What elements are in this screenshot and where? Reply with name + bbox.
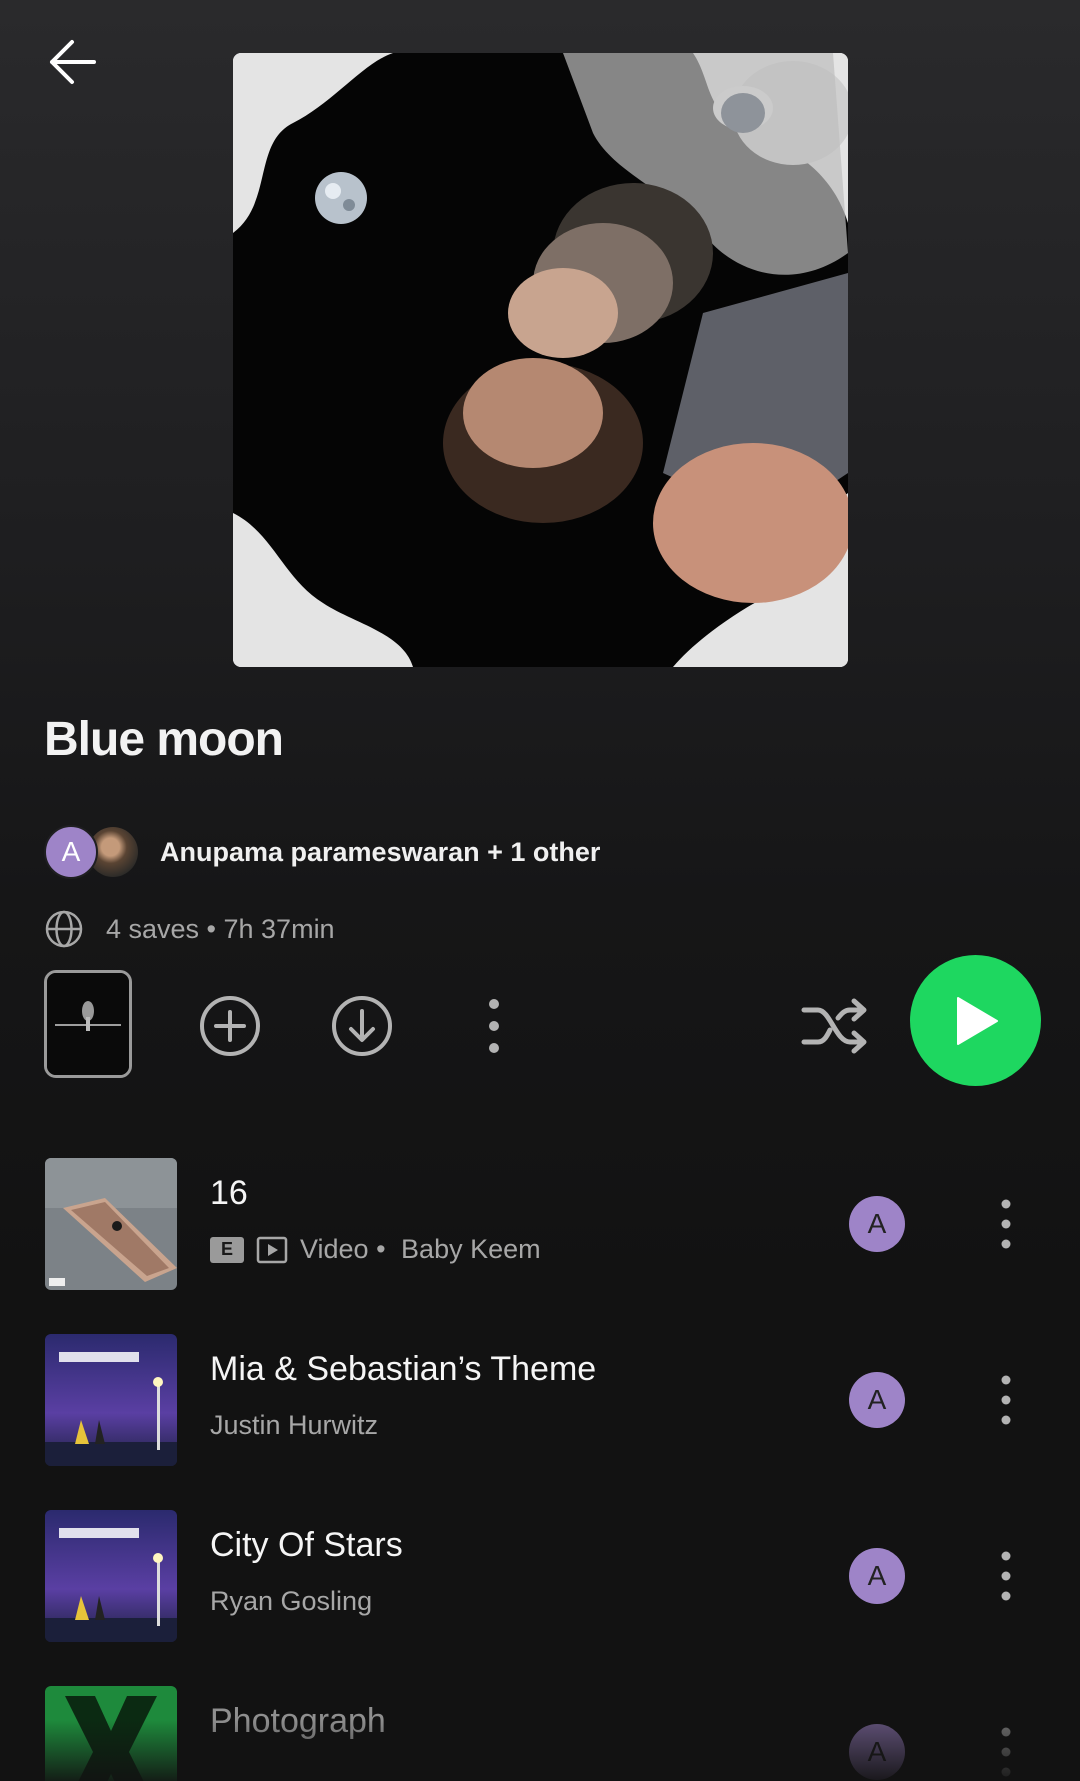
- back-button[interactable]: [40, 30, 104, 94]
- track-more-button[interactable]: [986, 1370, 1026, 1430]
- add-button[interactable]: [198, 994, 262, 1058]
- arrow-left-icon: [50, 40, 96, 84]
- track-artist: Justin Hurwitz: [210, 1410, 379, 1440]
- track-subtitle: Ryan Gosling: [210, 1586, 372, 1617]
- owners-label: Anupama parameswaran + 1 other: [160, 836, 601, 867]
- more-vertical-icon: [489, 999, 499, 1053]
- more-vertical-icon: [1001, 1199, 1011, 1249]
- track-artwork: [45, 1510, 177, 1642]
- plus-circle-icon: [200, 996, 260, 1056]
- playlist-owners[interactable]: A Anupama parameswaran + 1 other: [44, 824, 600, 880]
- more-options-button[interactable]: [474, 994, 514, 1058]
- play-icon: [956, 996, 998, 1045]
- more-vertical-icon: [1001, 1375, 1011, 1425]
- playlist-thumbnail-button[interactable]: [44, 970, 132, 1078]
- track-title: 16: [210, 1174, 248, 1212]
- play-button[interactable]: [910, 955, 1041, 1086]
- list-bottom-fade: [0, 1720, 1080, 1781]
- separator: •: [368, 1234, 394, 1264]
- added-by-avatar[interactable]: A: [849, 1372, 905, 1428]
- owner-avatar: A: [44, 825, 98, 879]
- track-type: Video: [300, 1234, 369, 1264]
- track-row[interactable]: Mia & Sebastian’s Theme Justin Hurwitz A: [0, 1334, 1080, 1466]
- track-artist: Ryan Gosling: [210, 1586, 373, 1616]
- globe-icon: [45, 910, 83, 948]
- track-subtitle: E Video • Baby Keem: [210, 1234, 541, 1265]
- shuffle-icon: [801, 998, 867, 1054]
- track-more-button[interactable]: [986, 1546, 1026, 1606]
- explicit-badge: E: [210, 1236, 244, 1263]
- track-artwork: [45, 1334, 177, 1466]
- saves-duration: 4 saves • 7h 37min: [106, 913, 335, 944]
- video-icon: [256, 1236, 288, 1263]
- more-vertical-icon: [1001, 1551, 1011, 1601]
- track-row[interactable]: City Of Stars Ryan Gosling A: [0, 1510, 1080, 1642]
- track-title: Mia & Sebastian’s Theme: [210, 1350, 597, 1388]
- added-by-avatar[interactable]: A: [849, 1196, 905, 1252]
- thumbnail-art: [47, 973, 129, 1075]
- track-row[interactable]: 16 E Video • Baby Keem A: [0, 1158, 1080, 1290]
- playlist-meta: 4 saves • 7h 37min: [44, 909, 335, 949]
- added-by-avatar[interactable]: A: [849, 1548, 905, 1604]
- playlist-cover-image: [233, 53, 848, 667]
- download-button[interactable]: [330, 994, 394, 1058]
- playlist-screen: Blue moon A Anupama parameswaran + 1 oth…: [0, 0, 1080, 1781]
- playlist-title: Blue moon: [44, 713, 284, 766]
- download-icon: [332, 996, 392, 1056]
- track-title: City Of Stars: [210, 1526, 403, 1564]
- track-artist: Baby Keem: [401, 1234, 541, 1264]
- track-more-button[interactable]: [986, 1194, 1026, 1254]
- track-artwork: [45, 1158, 177, 1290]
- track-subtitle: Justin Hurwitz: [210, 1410, 378, 1441]
- shuffle-button[interactable]: [800, 994, 870, 1058]
- action-bar: [0, 955, 1080, 1086]
